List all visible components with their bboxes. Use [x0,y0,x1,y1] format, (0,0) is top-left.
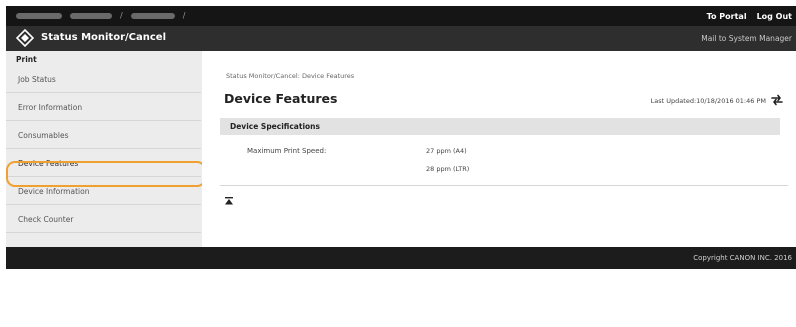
device-specifications-header: Device Specifications [220,118,780,135]
sidebar-item-label: Check Counter [18,215,74,224]
to-portal-link[interactable]: To Portal [707,12,747,21]
sidebar-item-label: Device Information [18,187,90,196]
top-links: To Portal Log Out [707,6,792,26]
log-out-link[interactable]: Log Out [757,12,792,21]
active-item-highlight [6,161,206,187]
max-print-speed-label: Maximum Print Speed: [247,147,327,155]
sidebar-item-label: Error Information [18,103,83,112]
sidebar-item-error-information[interactable]: Error Information [6,93,201,121]
browser-page: / / To Portal Log Out Status Monitor/Can… [6,6,796,269]
blurred-model-series [130,13,175,19]
sidebar-item-check-counter[interactable]: Check Counter [6,205,201,233]
path-separator: / [120,11,123,20]
sidebar-item-label: Consumables [18,131,69,140]
mail-to-system-manager-link[interactable]: Mail to System Manager [701,34,792,43]
back-to-top-icon[interactable] [224,196,234,206]
sidebar-item-label: Job Status [18,75,56,84]
blurred-model-series [70,13,112,19]
page-title: Device Features [224,91,338,106]
sidebar: Print Job Status Error Information Consu… [6,51,201,247]
refresh-icon[interactable] [770,94,784,106]
last-updated-text: Last Updated:10/18/2016 01:46 PM [650,97,766,105]
app-title: Status Monitor/Cancel [41,32,167,43]
copyright-text: Copyright CANON INC. 2016 [693,254,792,262]
model-name-path: / / [16,10,185,22]
sidebar-item-job-status[interactable]: Job Status [6,65,201,93]
main-content: Status Monitor/Cancel: Device Features D… [202,51,796,247]
top-bar: / / To Portal Log Out [6,6,796,26]
breadcrumb: Status Monitor/Cancel: Device Features [226,72,355,80]
path-separator: / [182,11,186,20]
max-print-speed-ltr: 28 ppm (LTR) [426,165,470,173]
canon-diamond-logo-icon [16,29,34,47]
page-header: Status Monitor/Cancel Mail to System Man… [6,26,796,51]
max-print-speed-a4: 27 ppm (A4) [426,147,467,155]
blurred-device-name [16,13,62,19]
divider [220,185,788,186]
sidebar-item-consumables[interactable]: Consumables [6,121,201,149]
page-footer: Copyright CANON INC. 2016 [6,247,796,269]
section-title: Device Specifications [230,122,320,131]
sidebar-section-print: Print [16,55,37,64]
